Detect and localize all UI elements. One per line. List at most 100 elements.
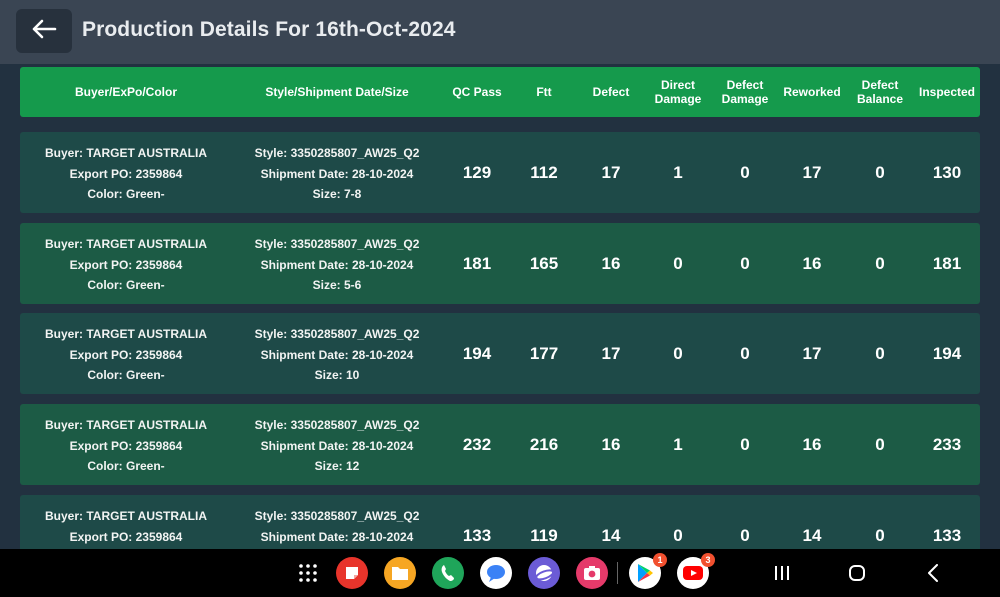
reworked-cell: 17: [802, 162, 822, 182]
export-po-line: Export PO: 2359864: [69, 438, 183, 453]
export-po-line: Export PO: 2359864: [69, 257, 183, 272]
defect-cell: 16: [601, 434, 621, 454]
qc-pass-cell: 133: [462, 525, 492, 545]
defect-damage-cell: 0: [740, 434, 750, 454]
defect-damage-cell: 0: [740, 343, 750, 363]
youtube-badge: 3: [701, 553, 715, 567]
export-po-line: Export PO: 2359864: [69, 347, 183, 362]
buyer-line: Buyer: TARGET AUSTRALIA: [45, 327, 207, 341]
column-header-direct-damage: Direct Damage: [654, 78, 702, 106]
table-row[interactable]: Buyer: TARGET AUSTRALIA Export PO: 235986…: [20, 495, 980, 549]
recents-icon[interactable]: [770, 561, 794, 585]
shipment-date-line: Shipment Date: 28-10-2024: [260, 347, 414, 362]
ftt-cell: 119: [530, 525, 558, 545]
style-line: Style: 3350285807_AW25_Q2: [254, 509, 420, 523]
reworked-cell: 14: [802, 525, 822, 545]
direct-damage-cell: 1: [673, 162, 683, 182]
phone-app-icon[interactable]: [432, 557, 464, 589]
app-drawer-icon[interactable]: [292, 557, 324, 589]
style-line: Style: 3350285807_AW25_Q2: [254, 418, 420, 432]
column-header-buyer: Buyer/ExPo/Color: [74, 85, 178, 99]
defect-damage-cell: 0: [740, 253, 750, 273]
inspected-cell: 194: [932, 343, 962, 363]
defect-cell: 17: [601, 162, 621, 182]
reworked-cell: 16: [802, 253, 822, 273]
nav-divider: [617, 562, 618, 584]
export-po-line: Export PO: 2359864: [69, 529, 183, 544]
buyer-line: Buyer: TARGET AUSTRALIA: [45, 509, 207, 523]
defect-damage-cell: 0: [740, 525, 750, 545]
buyer-cell: Buyer: TARGET AUSTRALIA Export PO: 235986…: [45, 415, 207, 477]
size-line: Size: 5-6: [312, 278, 362, 292]
reworked-cell: 17: [802, 343, 822, 363]
messages-app-icon[interactable]: [480, 557, 512, 589]
ftt-cell: 165: [529, 253, 559, 273]
shipment-date-line: Shipment Date: 28-10-2024: [260, 166, 414, 181]
direct-damage-cell: 0: [673, 253, 683, 273]
play-store-badge: 1: [653, 553, 667, 567]
export-po-line: Export PO: 2359864: [69, 166, 183, 181]
reworked-cell: 16: [802, 434, 822, 454]
arrow-left-icon: [31, 18, 57, 45]
table-row[interactable]: Buyer: TARGET AUSTRALIA Export PO: 235986…: [20, 132, 980, 213]
notes-app-icon[interactable]: [336, 557, 368, 589]
buyer-cell: Buyer: TARGET AUSTRALIA Export PO: 235986…: [45, 324, 207, 386]
inspected-cell: 233: [932, 434, 962, 454]
qc-pass-cell: 232: [462, 434, 492, 454]
color-line: Color: Green-: [87, 459, 165, 473]
defect-balance-cell: 0: [875, 525, 885, 545]
youtube-icon[interactable]: 3: [677, 553, 715, 589]
direct-damage-cell: 1: [673, 434, 683, 454]
table-header: Buyer/ExPo/Color Style/Shipment Date/Size…: [20, 67, 980, 117]
column-header-inspected: Inspected: [918, 85, 976, 99]
inspected-cell: 130: [932, 162, 962, 182]
ftt-cell: 177: [529, 343, 559, 363]
column-header-qc-pass: QC Pass: [452, 85, 502, 99]
color-line: Color: Green-: [87, 278, 165, 292]
direct-damage-cell: 0: [673, 525, 683, 545]
inspected-cell: 133: [932, 525, 962, 545]
column-header-style: Style/Shipment Date/Size: [265, 85, 409, 99]
table-row[interactable]: Buyer: TARGET AUSTRALIA Export PO: 235986…: [20, 404, 980, 485]
defect-balance-cell: 0: [875, 253, 885, 273]
inspected-cell: 181: [932, 253, 962, 273]
buyer-cell: Buyer: TARGET AUSTRALIA Export PO: 235986…: [45, 143, 207, 205]
production-table[interactable]: Buyer/ExPo/Color Style/Shipment Date/Size…: [0, 64, 1000, 549]
internet-app-icon[interactable]: [528, 557, 560, 589]
style-line: Style: 3350285807_AW25_Q2: [254, 237, 420, 251]
app-header: Production Details For 16th-Oct-2024: [0, 0, 1000, 64]
ftt-cell: 112: [530, 162, 558, 182]
camera-app-icon[interactable]: [576, 557, 608, 589]
android-nav-bar: 1 3: [0, 549, 1000, 597]
table-row[interactable]: Buyer: TARGET AUSTRALIA Export PO: 235986…: [20, 223, 980, 304]
column-header-defect: Defect: [592, 85, 630, 99]
buyer-line: Buyer: TARGET AUSTRALIA: [45, 237, 207, 251]
style-cell: Style: 3350285807_AW25_Q2 Shipment Date: …: [255, 506, 420, 547]
files-app-icon[interactable]: [384, 557, 416, 589]
defect-cell: 16: [601, 253, 621, 273]
page-title: Production Details For 16th-Oct-2024: [82, 18, 456, 41]
buyer-cell: Buyer: TARGET AUSTRALIA Export PO: 235986…: [45, 234, 207, 296]
style-cell: Style: 3350285807_AW25_Q2 Shipment Date: …: [255, 415, 420, 477]
style-cell: Style: 3350285807_AW25_Q2 Shipment Date: …: [255, 143, 420, 205]
defect-cell: 17: [601, 343, 621, 363]
column-header-defect-balance: Defect Balance: [856, 78, 904, 106]
defect-balance-cell: 0: [875, 162, 885, 182]
play-store-icon[interactable]: 1: [629, 553, 667, 589]
defect-cell: 14: [601, 525, 621, 545]
style-cell: Style: 3350285807_AW25_Q2 Shipment Date: …: [255, 324, 420, 386]
back-button[interactable]: [16, 9, 72, 53]
qc-pass-cell: 129: [462, 162, 492, 182]
buyer-cell: Buyer: TARGET AUSTRALIA Export PO: 235986…: [45, 506, 207, 547]
size-line: Size: 10: [314, 368, 360, 382]
back-icon[interactable]: [921, 561, 945, 585]
shipment-date-line: Shipment Date: 28-10-2024: [260, 529, 414, 544]
size-line: Size: 7-8: [312, 187, 362, 201]
table-row[interactable]: Buyer: TARGET AUSTRALIA Export PO: 235986…: [20, 313, 980, 394]
color-line: Color: Green-: [87, 368, 165, 382]
buyer-line: Buyer: TARGET AUSTRALIA: [45, 418, 207, 432]
buyer-line: Buyer: TARGET AUSTRALIA: [45, 146, 207, 160]
home-icon[interactable]: [845, 561, 869, 585]
size-line: Size: 12: [314, 459, 360, 473]
style-line: Style: 3350285807_AW25_Q2: [254, 327, 420, 341]
